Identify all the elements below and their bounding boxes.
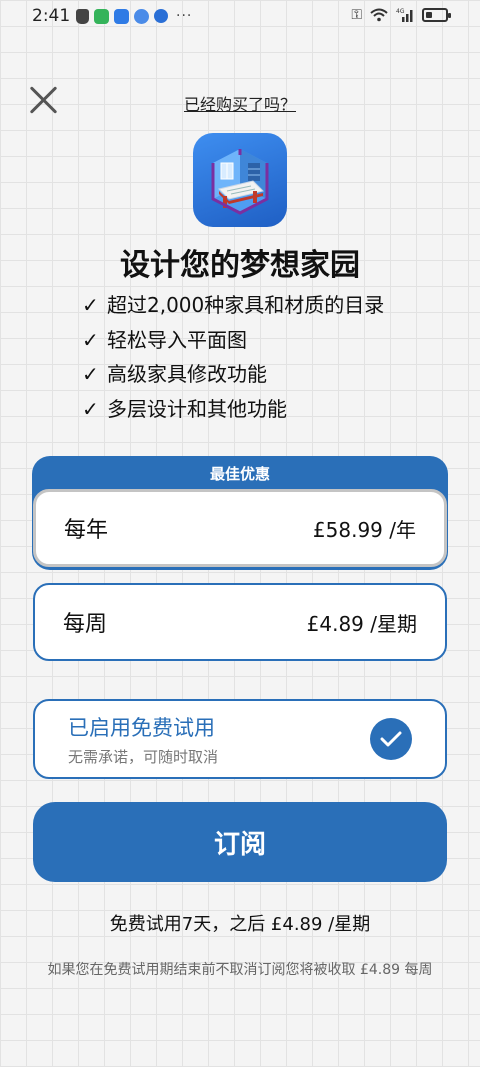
page-title: 设计您的梦想家园 xyxy=(120,248,360,283)
yearly-plan-option[interactable]: 每年 £58.99 /年 xyxy=(33,489,447,567)
system-icons: ⚿ 4G xyxy=(351,7,451,23)
cloud-app-icon xyxy=(114,8,129,24)
feature-text: 多层设计和其他功能 xyxy=(107,396,287,421)
music-app-icon xyxy=(134,8,149,24)
plan-price: £4.89 /星期 xyxy=(306,611,417,636)
billing-disclaimer: 如果您在免费试用期结束前不取消订阅您将被收取 £4.89 每周 xyxy=(47,962,433,978)
wifi-icon xyxy=(370,8,388,22)
feature-text: 超过2,000种家具和材质的目录 xyxy=(107,293,385,317)
check-icon: ✓ xyxy=(82,396,99,421)
check-icon: ✓ xyxy=(82,327,99,352)
key-icon: ⚿ xyxy=(351,7,362,23)
restore-purchase-link[interactable]: 已经购买了吗？ xyxy=(0,91,480,115)
check-icon: ✓ xyxy=(82,293,99,317)
cat-app-icon xyxy=(76,8,89,24)
check-icon: ✓ xyxy=(82,362,99,386)
room-illustration xyxy=(211,149,269,215)
free-trial-toggle[interactable]: 已启用免费试用 无需承诺，可随时取消 xyxy=(33,699,447,779)
bulb-app-icon xyxy=(154,9,168,23)
network-type-label: 4G xyxy=(396,8,405,15)
weekly-plan-option[interactable]: 每周 £4.89 /星期 xyxy=(33,583,447,661)
status-time: 2:41 xyxy=(32,6,71,26)
trial-subtitle: 无需承诺，可随时取消 xyxy=(68,748,219,766)
plan-name: 每年 xyxy=(64,518,109,543)
feature-item: ✓ 高级家具修改功能 xyxy=(82,357,384,392)
battery-icon xyxy=(422,8,451,22)
room-design-app-icon xyxy=(193,133,287,227)
more-notifications-icon: ··· xyxy=(176,8,193,24)
notification-icons: ··· xyxy=(76,8,192,24)
best-offer-label: 最佳优惠 xyxy=(209,465,270,483)
feature-item: ✓ 超过2,000种家具和材质的目录 xyxy=(82,288,384,323)
feature-item: ✓ 多层设计和其他功能 xyxy=(82,392,384,427)
feature-item: ✓ 轻松导入平面图 xyxy=(82,323,384,358)
plan-name: 每周 xyxy=(63,612,108,637)
plan-price: £58.99 /年 xyxy=(312,517,416,542)
status-bar: 2:41 ··· ⚿ 4G xyxy=(0,0,480,32)
checkmark-circle-icon[interactable] xyxy=(370,718,412,760)
feature-text: 轻松导入平面图 xyxy=(107,327,247,352)
trial-info-text: 免费试用7天，之后 £4.89 /星期 xyxy=(109,914,371,935)
chat-app-icon xyxy=(94,8,109,24)
signal-icon: 4G xyxy=(396,8,413,22)
trial-title: 已启用免费试用 xyxy=(68,716,215,740)
feature-text: 高级家具修改功能 xyxy=(107,362,267,386)
feature-list: ✓ 超过2,000种家具和材质的目录 ✓ 轻松导入平面图 ✓ 高级家具修改功能 ✓ 多层… xyxy=(82,288,384,426)
battery-level xyxy=(426,12,432,18)
subscribe-button[interactable]: 订阅 xyxy=(33,802,447,882)
check-icon xyxy=(380,731,402,747)
